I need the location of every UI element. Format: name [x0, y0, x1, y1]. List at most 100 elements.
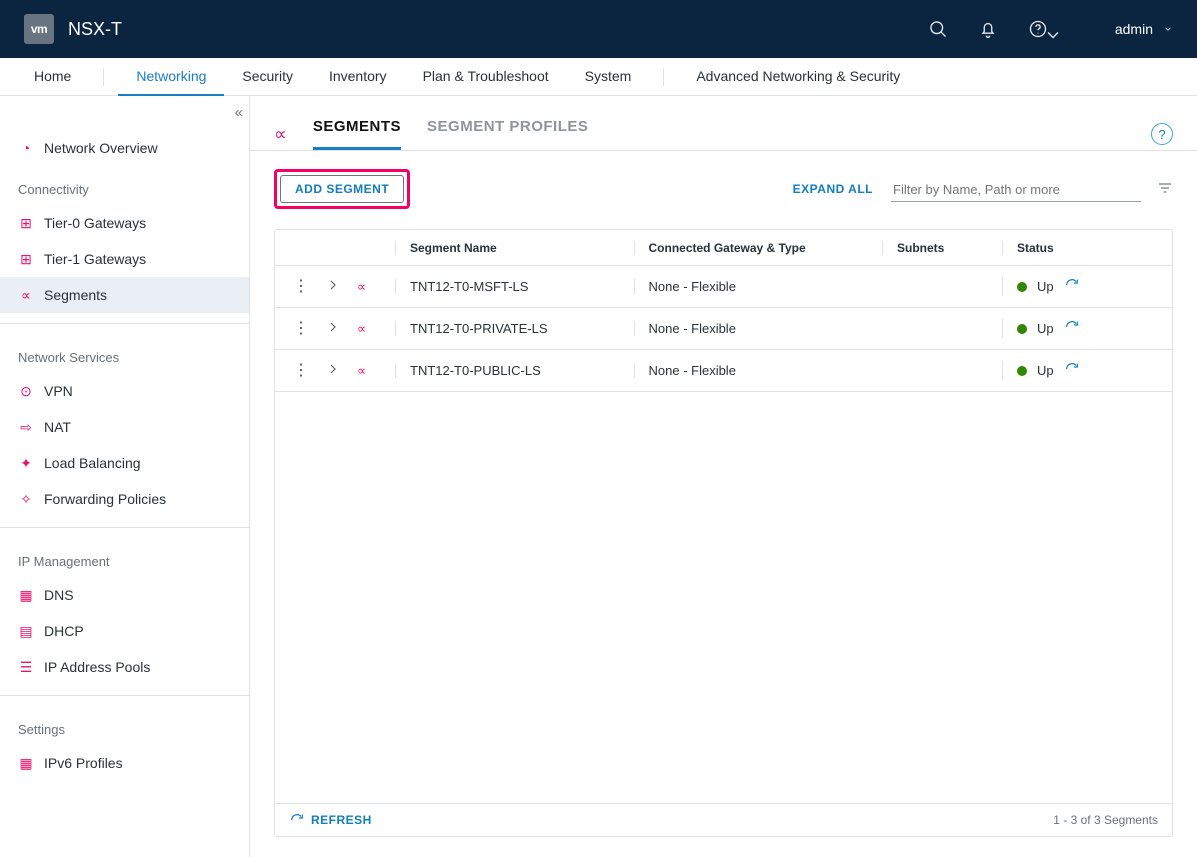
sidebar-item-dns[interactable]: ▦ DNS [0, 577, 249, 613]
refresh-button[interactable]: REFRESH [289, 812, 372, 828]
expand-row-icon[interactable] [325, 361, 341, 380]
col-subnets[interactable]: Subnets [882, 241, 1002, 255]
tab-plan-troubleshoot[interactable]: Plan & Troubleshoot [405, 58, 567, 96]
load-balance-icon: ✦ [18, 455, 34, 472]
separator [663, 68, 664, 86]
tab-segment-profiles[interactable]: SEGMENT PROFILES [427, 118, 588, 150]
sidebar-item-label: Tier-0 Gateways [44, 215, 146, 231]
status-dot-icon [1017, 366, 1027, 376]
row-menu-icon[interactable]: ⋮ [293, 363, 309, 379]
separator [103, 68, 104, 86]
sidebar-item-label: IPv6 Profiles [44, 755, 123, 771]
sidebar-item-ipv6[interactable]: ▦ IPv6 Profiles [0, 745, 249, 781]
help-icon[interactable]: ? [1151, 123, 1173, 145]
sidebar-item-label: IP Address Pools [44, 659, 150, 675]
user-name: admin [1115, 21, 1153, 37]
main-tab-strip: Home Networking Security Inventory Plan … [0, 58, 1197, 96]
row-refresh-icon[interactable] [1064, 277, 1080, 296]
notifications-icon[interactable] [977, 18, 999, 40]
segment-icon: ∝ [357, 363, 366, 379]
segment-icon: ∝ [357, 279, 366, 295]
sidebar-item-segments[interactable]: ∝ Segments [0, 277, 249, 313]
table-header: Segment Name Connected Gateway & Type Su… [275, 230, 1172, 266]
app-header: vm NSX-T admin [0, 0, 1197, 58]
sidebar-group-ip-management: IP Management [0, 538, 249, 577]
sidebar-item-dhcp[interactable]: ▤ DHCP [0, 613, 249, 649]
sidebar-item-vpn[interactable]: ⊙ VPN [0, 373, 249, 409]
table-row[interactable]: ⋮∝TNT12-T0-PUBLIC-LSNone - FlexibleUp [275, 350, 1172, 392]
filter-icon[interactable] [1157, 180, 1173, 199]
sidebar-item-overview[interactable]: ◔ Network Overview [0, 130, 249, 166]
sidebar-item-forwarding-policies[interactable]: ✧ Forwarding Policies [0, 481, 249, 517]
dashboard-icon: ◔ [18, 140, 34, 156]
nat-icon: ⇨ [18, 419, 34, 436]
expand-all-button[interactable]: EXPAND ALL [793, 182, 873, 196]
brand: vm NSX-T [24, 14, 122, 44]
toolbar: ADD SEGMENT EXPAND ALL [250, 151, 1197, 229]
status-text: Up [1037, 363, 1054, 378]
cell-status: Up [1002, 361, 1172, 380]
sidebar-item-label: Forwarding Policies [44, 491, 166, 507]
user-menu[interactable]: admin [1115, 21, 1173, 37]
refresh-icon [289, 812, 305, 828]
ip-pool-icon: ☰ [18, 659, 34, 676]
row-refresh-icon[interactable] [1064, 319, 1080, 338]
cell-segment-name: TNT12-T0-MSFT-LS [395, 279, 634, 294]
sidebar-item-tier1[interactable]: ⊞ Tier-1 Gateways [0, 241, 249, 277]
sidebar-item-label: Load Balancing [44, 455, 141, 471]
help-icon[interactable] [1027, 18, 1049, 40]
forwarding-icon: ✧ [18, 491, 34, 508]
tab-networking[interactable]: Networking [118, 58, 224, 96]
sidebar-item-tier0[interactable]: ⊞ Tier-0 Gateways [0, 205, 249, 241]
table-footer: REFRESH 1 - 3 of 3 Segments [275, 803, 1172, 836]
content-area: ∝ SEGMENTS SEGMENT PROFILES ? ADD SEGMEN… [250, 96, 1197, 857]
row-menu-icon[interactable]: ⋮ [293, 279, 309, 295]
status-text: Up [1037, 321, 1054, 336]
tab-segments[interactable]: SEGMENTS [313, 118, 401, 150]
sidebar-item-label: Segments [44, 287, 107, 303]
tab-home[interactable]: Home [16, 58, 89, 96]
sidebar-item-label: DNS [44, 587, 74, 603]
sidebar-item-label: DHCP [44, 623, 84, 639]
col-segment-name[interactable]: Segment Name [395, 241, 634, 255]
profile-icon: ▦ [18, 755, 34, 772]
add-segment-button[interactable]: ADD SEGMENT [280, 175, 404, 203]
refresh-label: REFRESH [311, 813, 372, 827]
segment-icon: ∝ [357, 321, 366, 337]
sidebar-item-label: Tier-1 Gateways [44, 251, 146, 267]
tab-system[interactable]: System [567, 58, 650, 96]
expand-row-icon[interactable] [325, 277, 341, 296]
filter-input[interactable] [891, 176, 1141, 202]
sidebar-item-nat[interactable]: ⇨ NAT [0, 409, 249, 445]
table-row[interactable]: ⋮∝TNT12-T0-PRIVATE-LSNone - FlexibleUp [275, 308, 1172, 350]
chevron-down-icon [1163, 24, 1173, 34]
cell-gateway: None - Flexible [634, 279, 883, 294]
sidebar-item-label: Network Overview [44, 140, 158, 156]
row-menu-icon[interactable]: ⋮ [293, 321, 309, 337]
status-text: Up [1037, 279, 1054, 294]
col-status[interactable]: Status [1002, 241, 1172, 255]
tab-advanced[interactable]: Advanced Networking & Security [678, 58, 918, 96]
gateway-icon: ⊞ [18, 215, 34, 232]
segments-icon: ∝ [274, 124, 287, 145]
sidebar: « ◔ Network Overview Connectivity ⊞ Tier… [0, 96, 250, 857]
cell-gateway: None - Flexible [634, 321, 883, 336]
gateway-icon: ⊞ [18, 251, 34, 268]
dhcp-icon: ▤ [18, 623, 34, 640]
cell-status: Up [1002, 277, 1172, 296]
search-icon[interactable] [927, 18, 949, 40]
sidebar-group-connectivity: Connectivity [0, 166, 249, 205]
sidebar-item-load-balancing[interactable]: ✦ Load Balancing [0, 445, 249, 481]
collapse-sidebar-icon[interactable]: « [235, 104, 239, 121]
tab-security[interactable]: Security [224, 58, 311, 96]
sidebar-item-ip-pools[interactable]: ☰ IP Address Pools [0, 649, 249, 685]
expand-row-icon[interactable] [325, 319, 341, 338]
cell-gateway: None - Flexible [634, 363, 883, 378]
col-gateway[interactable]: Connected Gateway & Type [634, 241, 883, 255]
row-refresh-icon[interactable] [1064, 361, 1080, 380]
vmware-logo: vm [24, 14, 54, 44]
tab-inventory[interactable]: Inventory [311, 58, 405, 96]
highlight-annotation: ADD SEGMENT [274, 169, 410, 209]
table-row[interactable]: ⋮ ∝ TNT12-T0-MSFT-LSNone - Flexible Up [275, 266, 1172, 308]
sidebar-item-label: VPN [44, 383, 73, 399]
